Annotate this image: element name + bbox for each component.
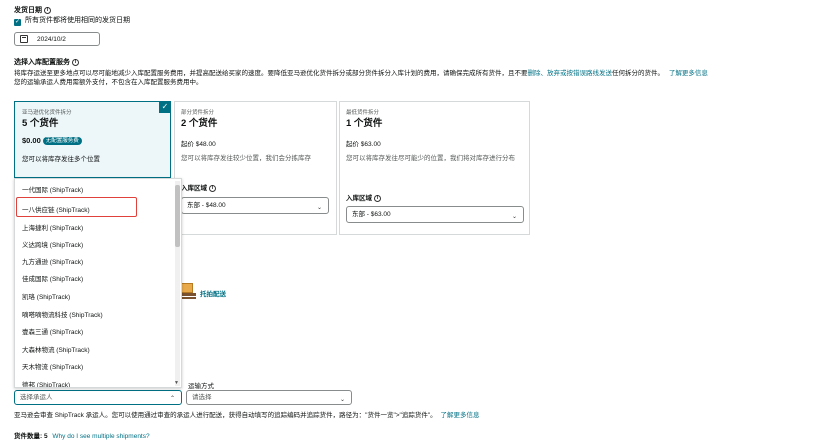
- shipment-count-label: 货件数量:: [14, 433, 43, 440]
- info-icon[interactable]: i: [209, 185, 216, 192]
- dropdown-option[interactable]: 壹森三通 (ShipTrack): [22, 326, 83, 336]
- calendar-icon: [20, 35, 28, 43]
- chevron-down-icon: ⌄: [511, 214, 517, 220]
- checkbox-checked-icon[interactable]: ✓: [14, 19, 21, 26]
- chevron-down-icon: ⌄: [339, 397, 345, 403]
- dropdown-option[interactable]: 大森林物流 (ShipTrack): [22, 344, 90, 354]
- shipping-method-placeholder: 请选择: [192, 394, 212, 401]
- dropdown-option[interactable]: 佳成国际 (ShipTrack): [22, 273, 83, 283]
- dropdown-scrollbar-thumb[interactable]: [175, 185, 180, 247]
- card-description: 您可以将库存发往较少位置，我们会分拣库存: [181, 155, 311, 162]
- dropdown-option[interactable]: 凯珞 (ShipTrack): [22, 291, 70, 301]
- carrier-select-placeholder: 选择承运人: [20, 394, 53, 401]
- pallet-delivery-label: 托拍配送: [200, 291, 226, 298]
- option-card-minimal-split[interactable]: 最低货件拆分 1 个货件 起价 $63.00 您可以将库存发往尽可能少的位置，我…: [339, 101, 530, 235]
- dropdown-option[interactable]: 义达跨境 (ShipTrack): [22, 239, 83, 249]
- same-date-label: 所有货件都将使用相同的发货日期: [24, 17, 130, 24]
- region-select[interactable]: 东部 - $63.00 ⌄: [346, 206, 524, 223]
- card-price: $0.00: [22, 136, 41, 145]
- card-title: 2 个货件: [181, 118, 218, 129]
- selected-check-icon: ✓: [159, 101, 171, 113]
- ship-date-value: 2024/10/2: [37, 36, 66, 43]
- region-select-value: 东部 - $48.00: [187, 202, 226, 209]
- dropdown-option[interactable]: 嘀嗒嘀物流科技 (ShipTrack): [22, 309, 103, 319]
- shipping-date-title: 发货日期 i: [14, 5, 51, 15]
- card-title: 5 个货件: [22, 118, 59, 129]
- shipment-count-value: 5: [43, 433, 48, 440]
- delete-abandon-link[interactable]: 删除、放弃或按错误路线发送: [528, 70, 613, 77]
- dropdown-option[interactable]: 上海捷利 (ShipTrack): [22, 222, 83, 232]
- card-price: 起价 $48.00: [181, 141, 216, 148]
- dropdown-option[interactable]: 天木物流 (ShipTrack): [22, 361, 83, 371]
- chevron-down-icon: ⌄: [316, 205, 322, 211]
- dropdown-scrollbar-track[interactable]: [175, 181, 180, 386]
- region-select-value: 东部 - $63.00: [352, 211, 391, 218]
- no-fee-badge: 无配置服务费: [42, 137, 82, 145]
- card-description: 您可以将库存发往尽可能少的位置，我们将对库存进行分布: [346, 155, 515, 162]
- carrier-select-input[interactable]: 选择承运人 ⌃: [14, 390, 182, 405]
- card-title: 1 个货件: [346, 118, 383, 129]
- highlight-box: [16, 197, 137, 217]
- card-price: 起价 $63.00: [346, 141, 381, 148]
- info-icon[interactable]: i: [374, 195, 381, 202]
- dropdown-option[interactable]: 德邦 (ShipTrack): [22, 379, 70, 387]
- region-label: 入库区域 i: [346, 192, 381, 202]
- chevron-up-icon: ⌃: [169, 396, 175, 402]
- option-card-amazon-optimized[interactable]: ✓ 亚马逊优化货件拆分 5 个货件 $0.00 无配置服务费 您可以将库存发往多…: [14, 101, 171, 178]
- card-description: 您可以将库存发往多个位置: [22, 156, 100, 163]
- region-label: 入库区域 i: [181, 182, 216, 192]
- learn-more-link[interactable]: 了解更多信息: [440, 412, 479, 419]
- dropdown-option[interactable]: 九方通逊 (ShipTrack): [22, 256, 83, 266]
- shipping-method-label: 运输方式: [188, 383, 214, 390]
- carrier-review-note: 亚马逊会审查 ShipTrack 承运人。您可以使用通过审查的承运人进行配送，获…: [14, 412, 480, 419]
- shipment-count-row: 货件数量: 5 Why do I see multiple shipments?: [14, 430, 150, 440]
- card-price-row: $0.00 无配置服务费: [22, 136, 82, 145]
- same-date-checkbox-row[interactable]: ✓ 所有货件都将使用相同的发货日期: [14, 15, 130, 26]
- info-icon[interactable]: i: [72, 59, 79, 66]
- carrier-fee-note: 您的运输承运人费用需额外支付，不包含在入库配置服务费用中。: [14, 79, 203, 86]
- option-card-partial-split[interactable]: 部分货件拆分 2 个货件 起价 $48.00 您可以将库存发往较少位置，我们会分…: [174, 101, 337, 235]
- inbound-service-title: 选择入库配置服务 i: [14, 57, 79, 67]
- why-multiple-shipments-link[interactable]: Why do I see multiple shipments?: [52, 433, 149, 440]
- learn-more-link[interactable]: 了解更多信息: [669, 70, 708, 77]
- shipping-method-select[interactable]: 请选择 ⌄: [186, 390, 352, 405]
- info-icon[interactable]: i: [44, 7, 51, 14]
- scroll-down-arrow-icon[interactable]: ▼: [174, 380, 179, 386]
- region-select[interactable]: 东部 - $48.00 ⌄: [181, 197, 329, 214]
- ship-date-input[interactable]: 2024/10/2: [14, 32, 100, 46]
- dropdown-option[interactable]: 一代国际 (ShipTrack): [22, 184, 83, 194]
